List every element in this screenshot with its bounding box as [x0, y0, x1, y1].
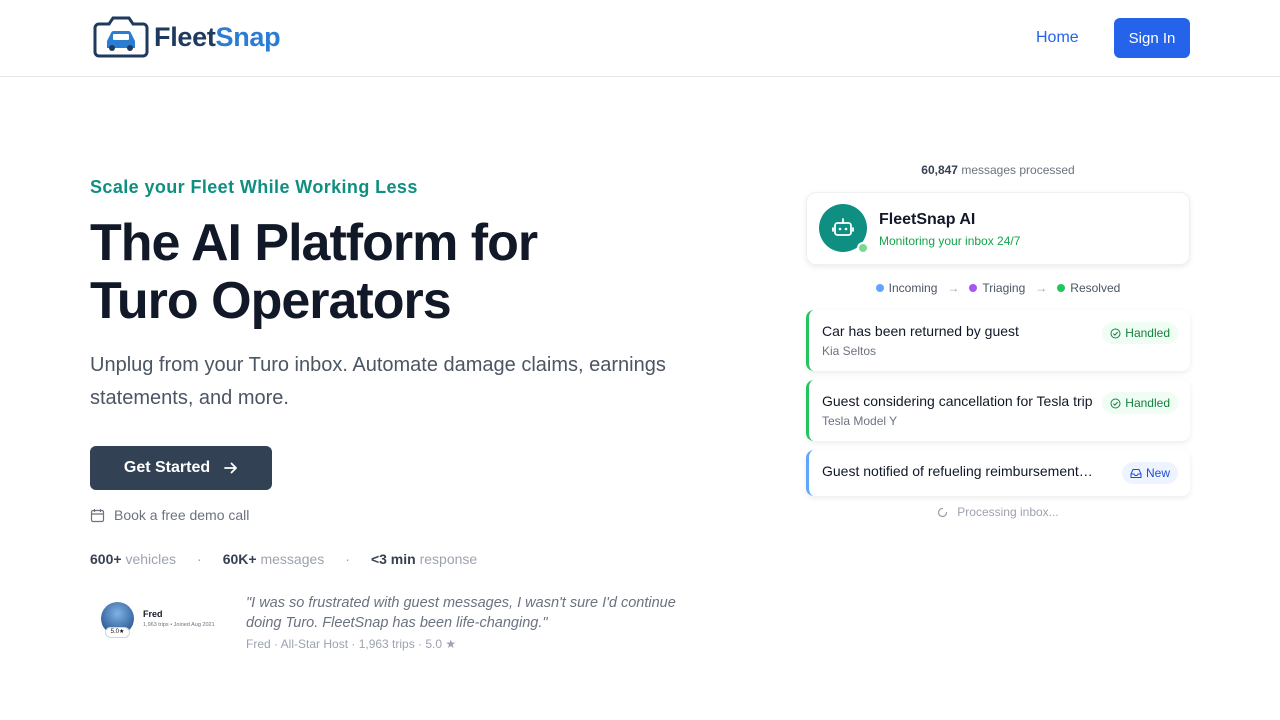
robot-icon [832, 218, 854, 236]
messages-processed: 60,847 messages processed [806, 163, 1190, 177]
headline-line-1: The AI Platform for [90, 214, 538, 272]
message-item[interactable]: Guest considering cancellation for Tesla… [806, 380, 1190, 441]
arrow-right-icon [224, 462, 238, 474]
status-badge: New [1121, 462, 1178, 484]
fleetsnap-logo[interactable]: FleetSnap [93, 16, 281, 58]
pipeline-resolved: Resolved [1070, 281, 1121, 295]
status-label: Handled [1125, 326, 1170, 340]
pipeline-legend: Incoming → Triaging → Resolved [806, 281, 1190, 295]
message-vehicle: Tesla Model Y [822, 414, 898, 428]
host-profile-card: 5.0★ Fred 1,963 trips • Joined Aug 2021 [97, 596, 227, 640]
arrow-right-icon: → [947, 281, 960, 295]
processed-count: 60,847 [921, 163, 958, 177]
hero-headline: The AI Platform for Turo Operators [90, 214, 710, 330]
hero-subhead: Unplug from your Turo inbox. Automate da… [90, 354, 666, 409]
stat-vehicles: 600+ vehicles [90, 551, 177, 567]
camera-car-logo-icon [93, 16, 149, 58]
message-title: Car has been returned by guest [822, 323, 1019, 339]
nav-home-link[interactable]: Home [1036, 29, 1079, 47]
stats-row: 600+ vehicles · 60K+ messages · <3 min r… [90, 551, 477, 567]
online-indicator [857, 242, 869, 254]
stat-messages: 60K+ messages [222, 551, 325, 567]
calendar-icon [90, 508, 105, 522]
resolved-dot [1057, 284, 1066, 292]
pipeline-incoming: Incoming [888, 281, 938, 295]
spinner-icon [938, 507, 948, 517]
host-meta: 1,963 trips • Joined Aug 2021 [143, 621, 215, 628]
site-header: FleetSnap Home Sign In [0, 0, 1280, 77]
message-item[interactable]: Car has been returned by guest Kia Selto… [806, 310, 1190, 371]
status-label: Handled [1125, 396, 1170, 410]
ai-status: Monitoring your inbox 24/7 [879, 234, 1021, 248]
triaging-dot [969, 284, 978, 292]
arrow-right-icon: → [1035, 281, 1048, 295]
inbox-icon [1130, 468, 1142, 478]
stat-response: <3 min response [370, 551, 478, 567]
processed-label: messages processed [961, 163, 1075, 177]
rating-badge: 5.0★ [105, 626, 130, 638]
stat-separator: · [345, 551, 350, 567]
logo-text-fleet: Fleet [154, 21, 216, 52]
avatar: 5.0★ [101, 601, 134, 638]
book-demo-link[interactable]: Book a free demo call [90, 507, 249, 523]
status-badge: Handled [1102, 392, 1178, 414]
status-badge: Handled [1102, 322, 1178, 344]
incoming-dot [875, 284, 884, 292]
logo-text-snap: Snap [215, 21, 281, 52]
check-circle-icon [1110, 328, 1121, 338]
message-vehicle: Kia Seltos [822, 344, 877, 358]
processing-indicator: Processing inbox... [806, 505, 1190, 519]
check-circle-icon [1110, 398, 1121, 408]
hero-eyebrow: Scale your Fleet While Working Less [90, 177, 418, 197]
get-started-label: Get Started [123, 459, 211, 476]
pipeline-triaging: Triaging [982, 281, 1026, 295]
headline-line-2: Turo Operators [90, 272, 452, 330]
host-name: Fred [143, 608, 163, 619]
book-demo-label: Book a free demo call [114, 507, 250, 523]
testimonial-quote: "I was so frustrated with guest messages… [246, 595, 676, 631]
message-title: Guest notified of refueling reimbursemen… [822, 463, 1093, 479]
testimonial-attribution: Fred · All-Star Host · 1,963 trips · 5.0… [246, 637, 457, 651]
status-label: New [1145, 466, 1170, 480]
ai-name: FleetSnap AI [879, 211, 976, 228]
message-title: Guest considering cancellation for Tesla… [822, 393, 1093, 409]
stat-separator: · [197, 551, 202, 567]
ai-status-card: FleetSnap AI Monitoring your inbox 24/7 [806, 192, 1190, 265]
processing-label: Processing inbox... [957, 505, 1059, 519]
get-started-button[interactable]: Get Started [90, 446, 272, 490]
sign-in-button[interactable]: Sign In [1114, 18, 1190, 58]
message-item[interactable]: Guest notified of refueling reimbursemen… [806, 450, 1190, 496]
